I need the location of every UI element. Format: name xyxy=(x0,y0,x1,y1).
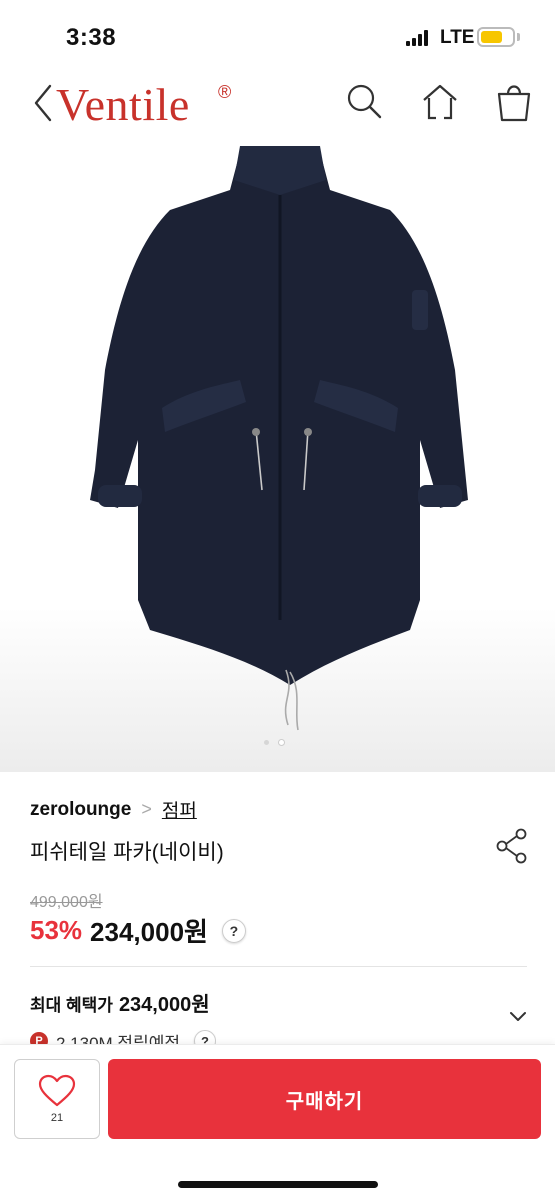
price-row: 53% 234,000원 ? xyxy=(30,912,246,949)
network-label: LTE xyxy=(440,27,475,48)
back-button[interactable] xyxy=(28,80,58,126)
home-button[interactable] xyxy=(420,80,460,124)
status-bar: 3:38 LTE xyxy=(0,0,555,70)
share-icon xyxy=(496,828,527,864)
product-image xyxy=(90,146,468,731)
cart-button[interactable] xyxy=(494,80,534,124)
bottom-action-bar: 21 구매하기 xyxy=(0,1044,555,1200)
product-image-gallery[interactable] xyxy=(0,140,555,772)
product-title: 피쉬테일 파카(네이비) xyxy=(30,841,224,864)
gallery-pagination xyxy=(264,740,284,745)
max-benefit-price: 234,000원 xyxy=(118,994,210,1016)
divider xyxy=(30,966,527,967)
search-icon xyxy=(347,84,382,119)
breadcrumb: zerolounge > 점퍼 xyxy=(30,796,197,823)
signal-icon xyxy=(406,30,432,46)
brand-logo[interactable]: Ventile xyxy=(56,78,190,131)
category-link[interactable]: 점퍼 xyxy=(162,796,197,823)
breadcrumb-chevron-icon: > xyxy=(141,799,152,819)
brand-registered-mark: ® xyxy=(218,82,232,102)
original-price: 499,000원 xyxy=(30,894,103,911)
price-help-button[interactable]: ? xyxy=(221,918,246,943)
back-chevron-icon xyxy=(34,84,52,122)
share-button[interactable] xyxy=(496,828,528,864)
max-benefit[interactable]: 최대 혜택가 234,000원 xyxy=(30,988,210,1017)
battery-cap xyxy=(517,33,520,41)
pagination-dot xyxy=(264,740,269,745)
shopping-bag-icon xyxy=(497,85,531,122)
buy-button[interactable]: 구매하기 xyxy=(108,1059,541,1139)
seller-link[interactable]: zerolounge xyxy=(30,799,131,821)
home-indicator xyxy=(178,1181,378,1188)
status-time: 3:38 xyxy=(66,24,117,51)
discount-rate: 53% xyxy=(30,915,83,945)
chevron-down-icon[interactable] xyxy=(508,1010,528,1024)
like-button[interactable]: 21 xyxy=(14,1059,100,1139)
product-page: 3:38 LTE Ventile ® zerolounge > 점퍼 피쉬테일 … xyxy=(0,0,555,1200)
sale-price: 234,000원 xyxy=(90,917,208,947)
pagination-dot-active xyxy=(279,740,284,745)
battery-icon xyxy=(477,27,515,47)
header: Ventile ® xyxy=(0,70,555,140)
heart-icon xyxy=(38,1074,76,1107)
home-icon xyxy=(423,84,457,120)
like-count: 21 xyxy=(50,1112,64,1124)
search-button[interactable] xyxy=(344,80,384,124)
max-benefit-label: 최대 혜택가 xyxy=(30,996,113,1015)
